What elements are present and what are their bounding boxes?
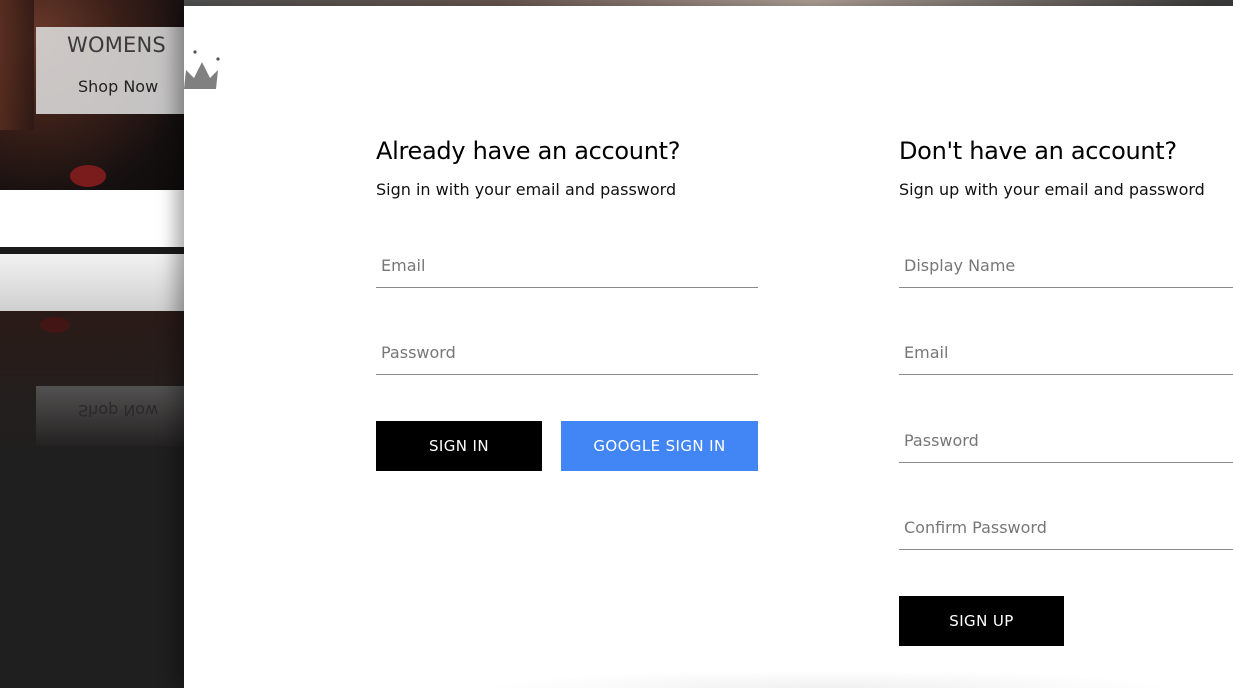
sign-in-button[interactable]: SIGN IN <box>376 421 542 471</box>
sign-up-password-field <box>899 419 1233 463</box>
sign-up-confirm-password-input[interactable] <box>899 506 1233 549</box>
category-title: WOMENS <box>67 33 166 57</box>
sign-up-confirm-password-field <box>899 506 1233 550</box>
sign-up-password-input[interactable] <box>899 419 1233 462</box>
background-divider <box>0 247 184 254</box>
rose-reflection-graphic <box>40 317 70 333</box>
sign-up-email-input[interactable] <box>899 331 1233 374</box>
sign-in-password-input[interactable] <box>376 331 758 374</box>
crown-icon[interactable] <box>184 48 224 92</box>
sign-up-title: Don't have an account? <box>899 137 1177 165</box>
rose-graphic <box>70 165 106 187</box>
sign-in-title: Already have an account? <box>376 137 681 165</box>
sign-in-subtitle: Sign in with your email and password <box>376 180 677 199</box>
google-sign-in-button[interactable]: GOOGLE SIGN IN <box>561 421 758 471</box>
footer-shadow <box>480 670 1180 688</box>
hair-graphic <box>0 0 34 130</box>
category-card-womens[interactable]: WOMENS Shop Now <box>36 27 196 114</box>
sign-in-email-field <box>376 244 758 288</box>
sign-in-password-field <box>376 331 758 375</box>
reflection-text: Shop Now <box>78 401 159 420</box>
background-band-reflection <box>0 254 184 311</box>
sign-up-email-field <box>899 331 1233 375</box>
category-card-reflection: Shop Now <box>36 386 184 446</box>
sign-up-button[interactable]: SIGN UP <box>899 596 1064 646</box>
sign-in-email-input[interactable] <box>376 244 758 287</box>
sign-up-display-name-field <box>899 244 1233 288</box>
sign-up-display-name-input[interactable] <box>899 244 1233 287</box>
background-band <box>0 190 184 247</box>
category-shop-now: Shop Now <box>78 77 159 96</box>
sign-up-subtitle: Sign up with your email and password <box>899 180 1205 199</box>
